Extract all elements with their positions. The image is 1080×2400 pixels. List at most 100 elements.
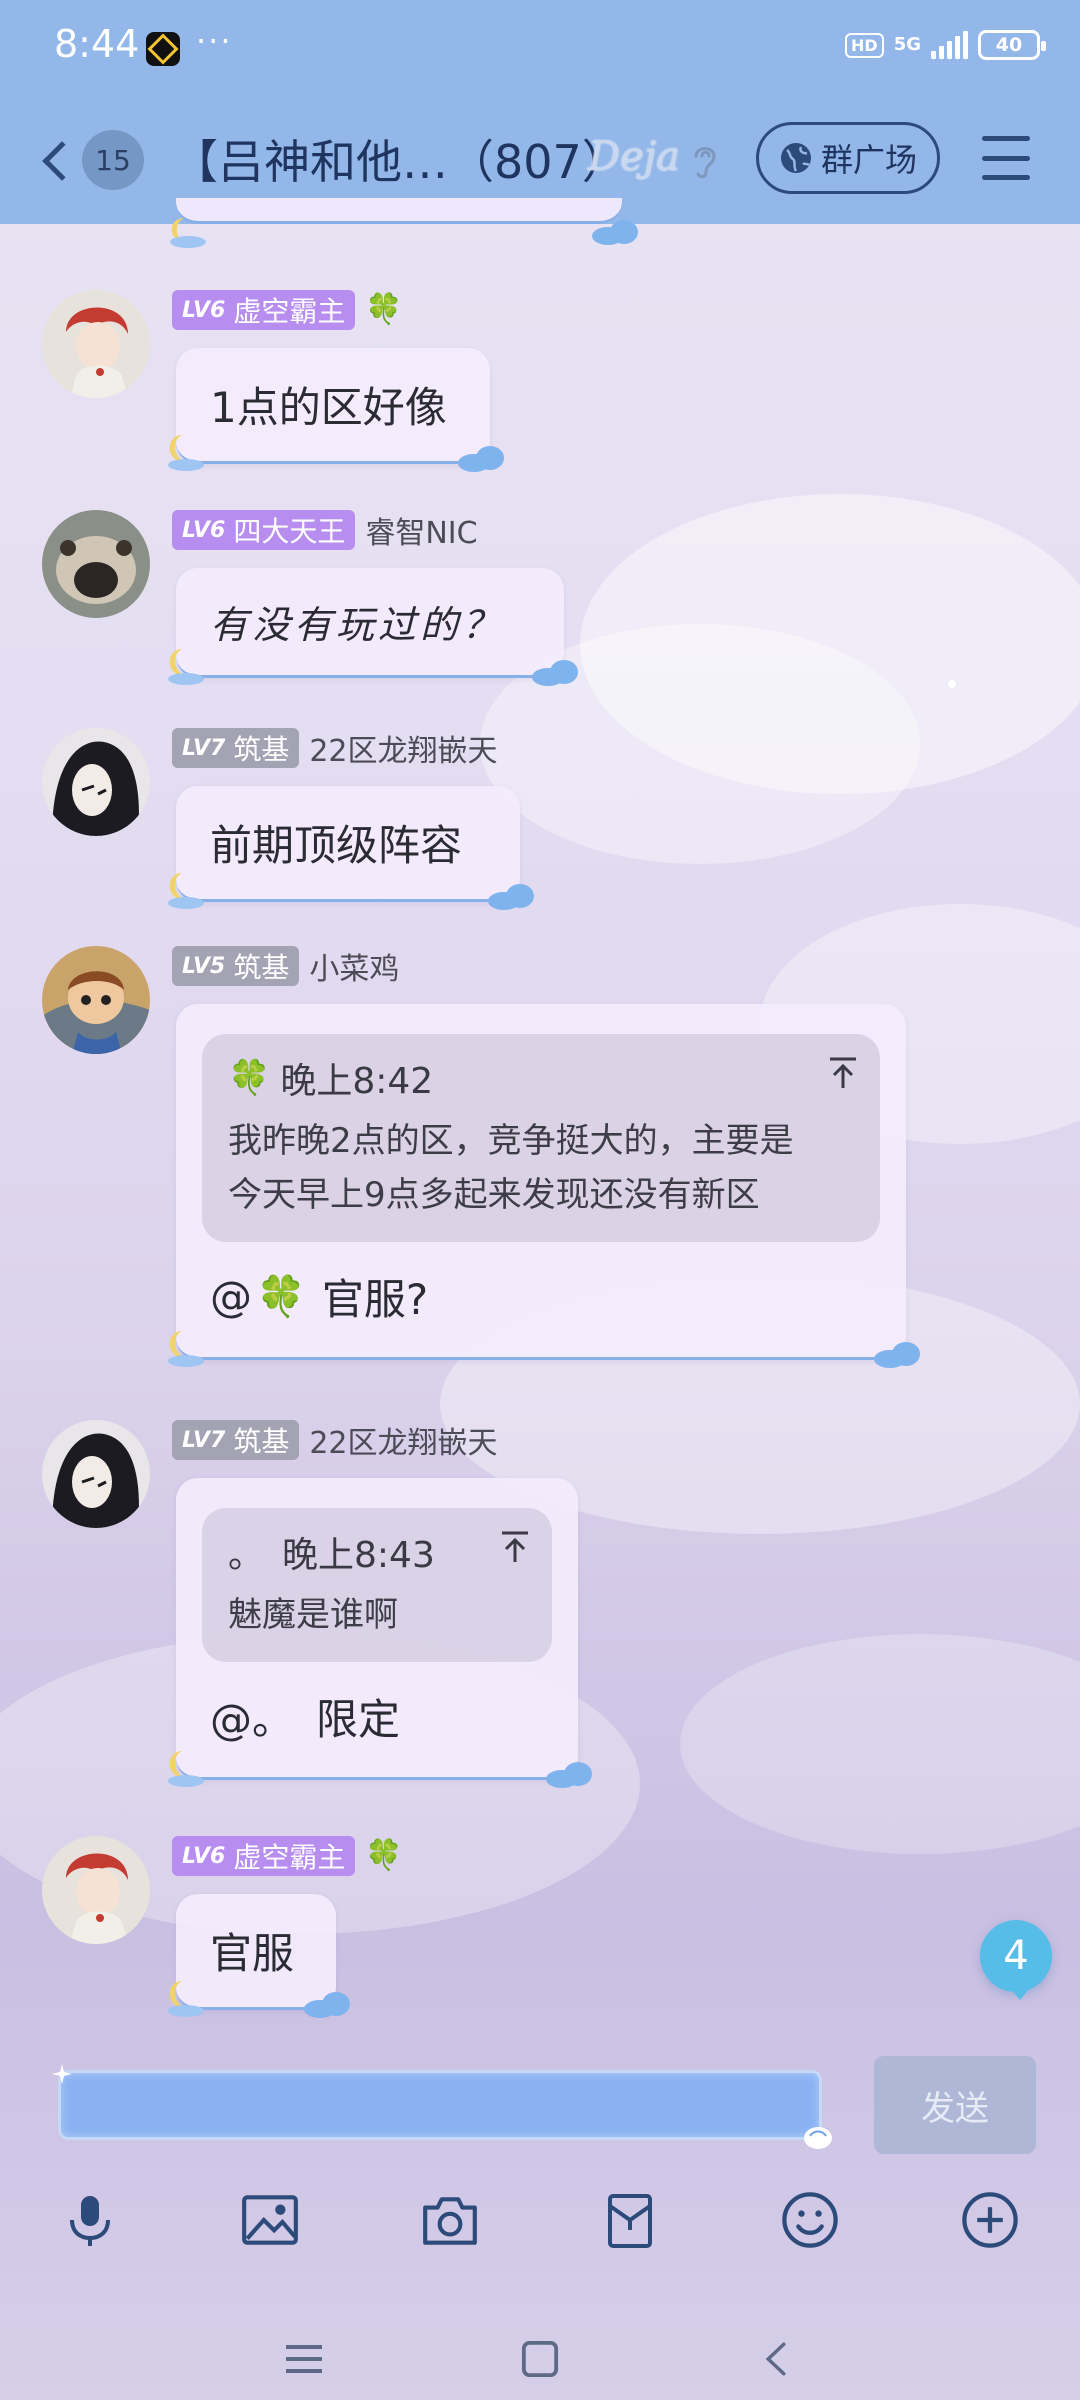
- status-bar: 8:44 ··· HD 5G 40: [0, 0, 1080, 96]
- quote-line: 我昨晚2点的区，竞争挺大的，主要是: [228, 1121, 794, 1161]
- jump-to-original-icon[interactable]: [828, 1056, 858, 1090]
- photo-button[interactable]: [230, 2180, 310, 2260]
- previous-message-bubble-edge: [176, 198, 622, 224]
- recent-apps-button[interactable]: [274, 2334, 334, 2384]
- cloud-decoration-icon: [546, 1762, 592, 1788]
- sender-nickname[interactable]: 睿智NIC: [365, 508, 477, 552]
- red-packet-button[interactable]: [590, 2180, 670, 2260]
- avatar[interactable]: [42, 1836, 150, 1944]
- message-text: 前期顶级阵容: [210, 821, 463, 870]
- title-decoration: Deja: [588, 134, 680, 180]
- message-input[interactable]: [58, 2070, 822, 2140]
- level-tag: LV6 四大天王: [172, 510, 356, 550]
- moon-decoration-icon: [168, 1981, 204, 2017]
- image-icon: [242, 2195, 298, 2245]
- mention[interactable]: @。: [210, 1686, 294, 1747]
- message-bubble[interactable]: 🍀 晚上8:42 我昨晚2点的区，竞争挺大的，主要是 今天早上9点多起来发现还没…: [168, 1004, 920, 1368]
- back-button[interactable]: 15: [30, 126, 150, 196]
- sender-info: LV7 筑基 22区龙翔嵌天: [172, 1418, 498, 1462]
- camera-icon: [423, 2197, 477, 2245]
- chevron-left-icon: [42, 141, 82, 181]
- new-messages-badge[interactable]: 4: [980, 1920, 1052, 2000]
- message-bubble[interactable]: 有没有玩过的？: [168, 568, 578, 686]
- sender-nickname[interactable]: 小菜鸡: [309, 944, 399, 988]
- level-label: LV7: [182, 1427, 226, 1453]
- unread-count-badge: 15: [82, 130, 144, 190]
- clover-icon: 🍀: [228, 1058, 271, 1098]
- quote-time: 晚上8:43: [282, 1535, 435, 1576]
- avatar[interactable]: [42, 946, 150, 1054]
- home-button[interactable]: [510, 2334, 570, 2384]
- moon-decoration-icon: [168, 1331, 204, 1367]
- square-home-icon: [521, 2340, 559, 2378]
- level-tag: LV6 虚空霸主: [172, 290, 356, 330]
- level-label: LV5: [182, 953, 226, 979]
- quote-header: 🍀 晚上8:42: [228, 1052, 854, 1104]
- message-text: @。 限定: [176, 1662, 578, 1777]
- avatar[interactable]: [42, 510, 150, 618]
- message-body: 限定: [316, 1695, 401, 1744]
- chat-title[interactable]: 【吕神和他…（807）: [172, 126, 628, 192]
- sender-info: LV6 虚空霸主 🍀: [172, 1836, 403, 1876]
- send-button[interactable]: 发送: [874, 2056, 1036, 2154]
- clover-icon: 🍀: [365, 1838, 403, 1873]
- menu-icon[interactable]: [982, 136, 1030, 180]
- emoji-button[interactable]: [770, 2180, 850, 2260]
- clover-icon: 🍀: [365, 292, 403, 327]
- nav-back-button[interactable]: [746, 2334, 806, 2384]
- moon-decoration-icon: [168, 435, 204, 471]
- plus-icon: [962, 2192, 1018, 2248]
- globe-icon: [781, 143, 811, 173]
- moon-decoration-icon: [170, 218, 206, 248]
- member-title: 筑基: [233, 733, 290, 766]
- input-area: 发送: [0, 2040, 1080, 2400]
- notification-app-icon: [146, 32, 180, 66]
- avatar[interactable]: [42, 728, 150, 836]
- quoted-message[interactable]: 。 晚上8:43 魅魔是谁啊: [202, 1508, 552, 1662]
- moon-decoration-icon: [168, 649, 204, 685]
- message-bubble[interactable]: 官服: [168, 1894, 350, 2018]
- quote-text: 魅魔是谁啊: [228, 1588, 526, 1642]
- member-title: 筑基: [233, 1425, 290, 1458]
- avatar[interactable]: [42, 290, 150, 398]
- quote-author: 。: [228, 1535, 265, 1576]
- member-title: 虚空霸主: [233, 1841, 346, 1874]
- status-indicators: HD 5G 40: [845, 30, 1046, 60]
- message-text: @ 🍀 官服?: [176, 1242, 906, 1357]
- level-tag: LV7 筑基: [172, 728, 300, 768]
- level-label: LV6: [182, 1843, 226, 1869]
- message-text: 1点的区好像: [210, 383, 447, 432]
- message-bubble[interactable]: 。 晚上8:43 魅魔是谁啊 @。 限定: [168, 1478, 592, 1788]
- more-notifications-icon: ···: [196, 22, 233, 60]
- message-bubble[interactable]: 1点的区好像: [168, 348, 504, 472]
- member-title: 筑基: [233, 951, 290, 984]
- sender-nickname[interactable]: 22区龙翔嵌天: [309, 726, 497, 770]
- avatar[interactable]: [42, 1420, 150, 1528]
- ear-icon[interactable]: [690, 140, 720, 182]
- message-bubble[interactable]: 前期顶级阵容: [168, 786, 534, 910]
- group-square-button[interactable]: 群广场: [756, 122, 940, 194]
- level-label: LV7: [182, 735, 226, 761]
- sender-nickname[interactable]: 22区龙翔嵌天: [309, 1418, 497, 1462]
- cloud-decoration-icon: [458, 446, 504, 472]
- mention-at: @: [210, 1272, 252, 1321]
- message-list[interactable]: LV6 虚空霸主 🍀 1点的区好像 LV6 四大天王 睿智NIC 有没有玩过的？…: [0, 198, 1080, 2024]
- cloud-decoration-icon: [304, 1992, 350, 2018]
- level-tag: LV7 筑基: [172, 1420, 300, 1460]
- message-text: 有没有玩过的？: [210, 603, 505, 647]
- bird-decoration-icon: [804, 2127, 832, 2149]
- quote-line: 魅魔是谁啊: [228, 1595, 398, 1635]
- signal-icon: [931, 31, 968, 59]
- cloud-decoration-icon: [874, 1342, 920, 1368]
- quoted-message[interactable]: 🍀 晚上8:42 我昨晚2点的区，竞争挺大的，主要是 今天早上9点多起来发现还没…: [202, 1034, 880, 1242]
- sender-info: LV5 筑基 小菜鸡: [172, 944, 399, 988]
- voice-button[interactable]: [50, 2180, 130, 2260]
- jump-to-original-icon[interactable]: [500, 1530, 530, 1564]
- quote-time: 晚上8:42: [280, 1061, 434, 1102]
- camera-button[interactable]: [410, 2180, 490, 2260]
- red-packet-icon: [608, 2194, 652, 2248]
- cloud-decoration-icon: [592, 220, 638, 245]
- sparkle-icon: [52, 2064, 72, 2084]
- group-square-label: 群广场: [821, 141, 918, 179]
- more-options-button[interactable]: [950, 2180, 1030, 2260]
